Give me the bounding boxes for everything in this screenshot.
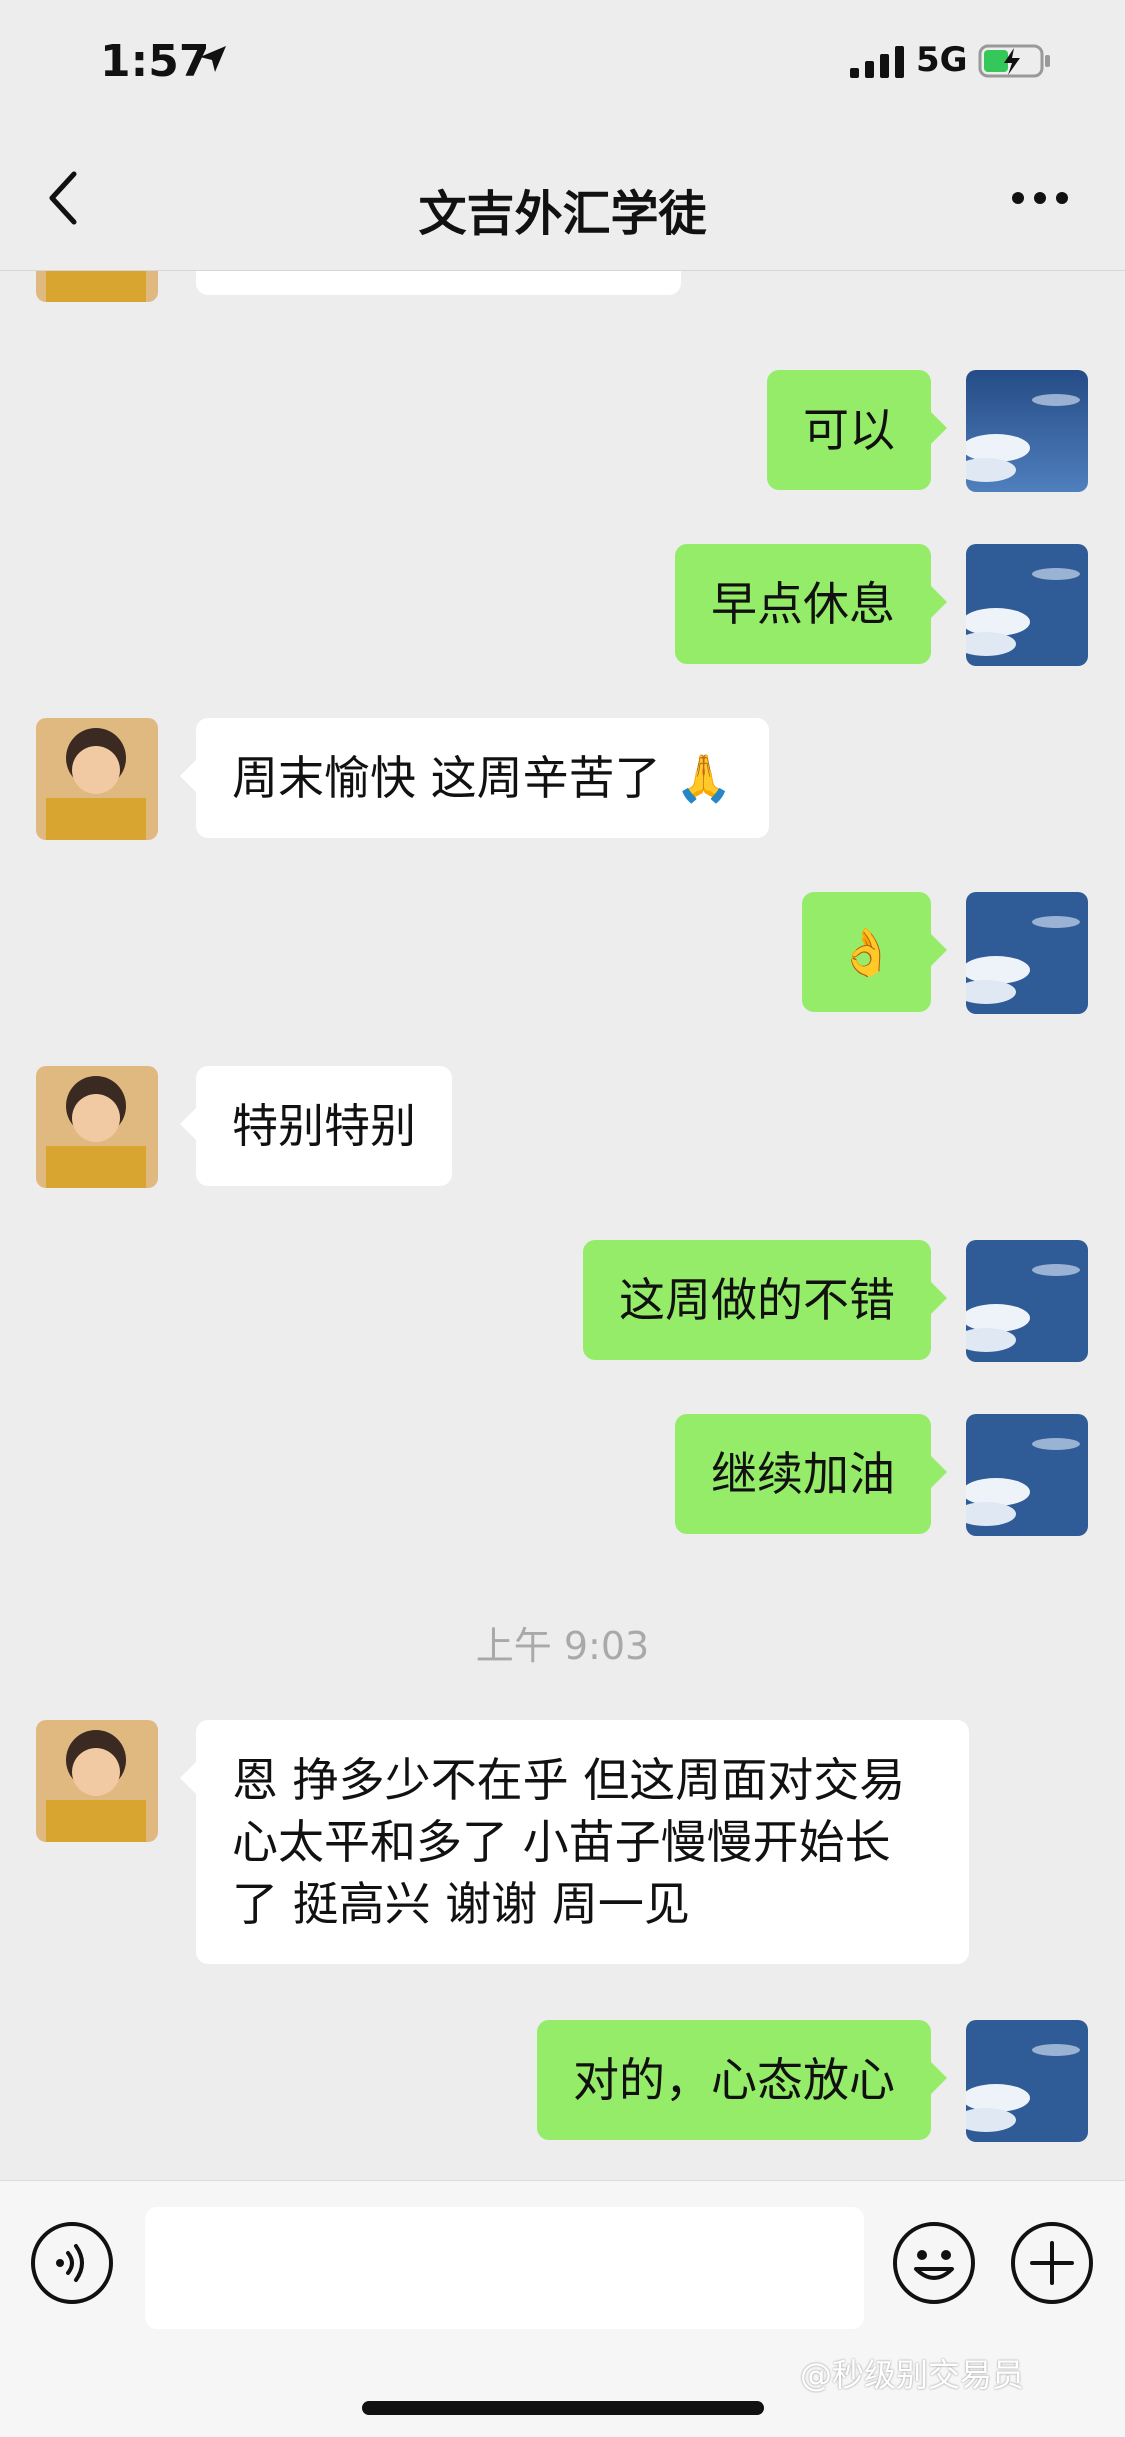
status-time: 1:57 <box>100 36 210 87</box>
message-bubble-incoming[interactable] <box>196 270 681 295</box>
contact-avatar[interactable] <box>36 1066 158 1188</box>
chat-header: 文吉外汇学徒 <box>0 130 1125 271</box>
network-type: 5G <box>916 40 968 80</box>
location-arrow-icon <box>200 46 226 72</box>
message-bubble-outgoing[interactable]: 👌 <box>801 892 948 1012</box>
message-bubble-incoming[interactable]: 周末愉快 这周辛苦了 🙏 <box>180 718 769 838</box>
message-bubble-outgoing[interactable]: 可以 <box>767 370 947 490</box>
message-bubble-incoming[interactable]: 恩 挣多少不在乎 但这周面对交易心太平和多了 小苗子慢慢开始长了 挺高兴 谢谢 … <box>180 1720 969 1964</box>
signal-icon <box>850 46 904 78</box>
message-bubble-outgoing[interactable]: 继续加油 <box>675 1414 947 1534</box>
chat-title: 文吉外汇学徒 <box>418 186 707 242</box>
user-avatar[interactable] <box>966 1414 1088 1536</box>
message-input[interactable] <box>145 2207 864 2329</box>
user-avatar[interactable] <box>966 892 1088 1014</box>
user-avatar[interactable] <box>966 544 1088 666</box>
contact-avatar[interactable] <box>36 270 158 302</box>
voice-input-icon[interactable] <box>30 2221 114 2305</box>
more-options-icon[interactable] <box>1010 188 1070 208</box>
message-bubble-incoming[interactable]: 特别特别 <box>180 1066 452 1186</box>
input-bar <box>0 2180 1125 2437</box>
watermark: @秒级别交易员 <box>800 2356 1025 2394</box>
battery-charging-icon <box>978 44 1050 78</box>
contact-avatar[interactable] <box>36 1720 158 1842</box>
user-avatar[interactable] <box>966 370 1088 492</box>
user-avatar[interactable] <box>966 2020 1088 2142</box>
add-more-icon[interactable] <box>1010 2221 1094 2305</box>
message-list[interactable]: 可以 早点休息 周末愉快 这周辛苦了 🙏 👌 特别特别 这周做的不错 继续加油 … <box>0 270 1125 2180</box>
status-bar: 1:57 5G <box>0 0 1125 130</box>
message-timestamp: 上午 9:03 <box>475 1624 650 1668</box>
contact-avatar[interactable] <box>36 718 158 840</box>
message-bubble-outgoing[interactable]: 这周做的不错 <box>583 1240 947 1360</box>
home-indicator[interactable] <box>362 2401 764 2415</box>
message-bubble-outgoing[interactable]: 对的，心态放心 <box>537 2020 947 2140</box>
user-avatar[interactable] <box>966 1240 1088 1362</box>
emoji-icon[interactable] <box>892 2221 976 2305</box>
message-bubble-outgoing[interactable]: 早点休息 <box>675 544 947 664</box>
